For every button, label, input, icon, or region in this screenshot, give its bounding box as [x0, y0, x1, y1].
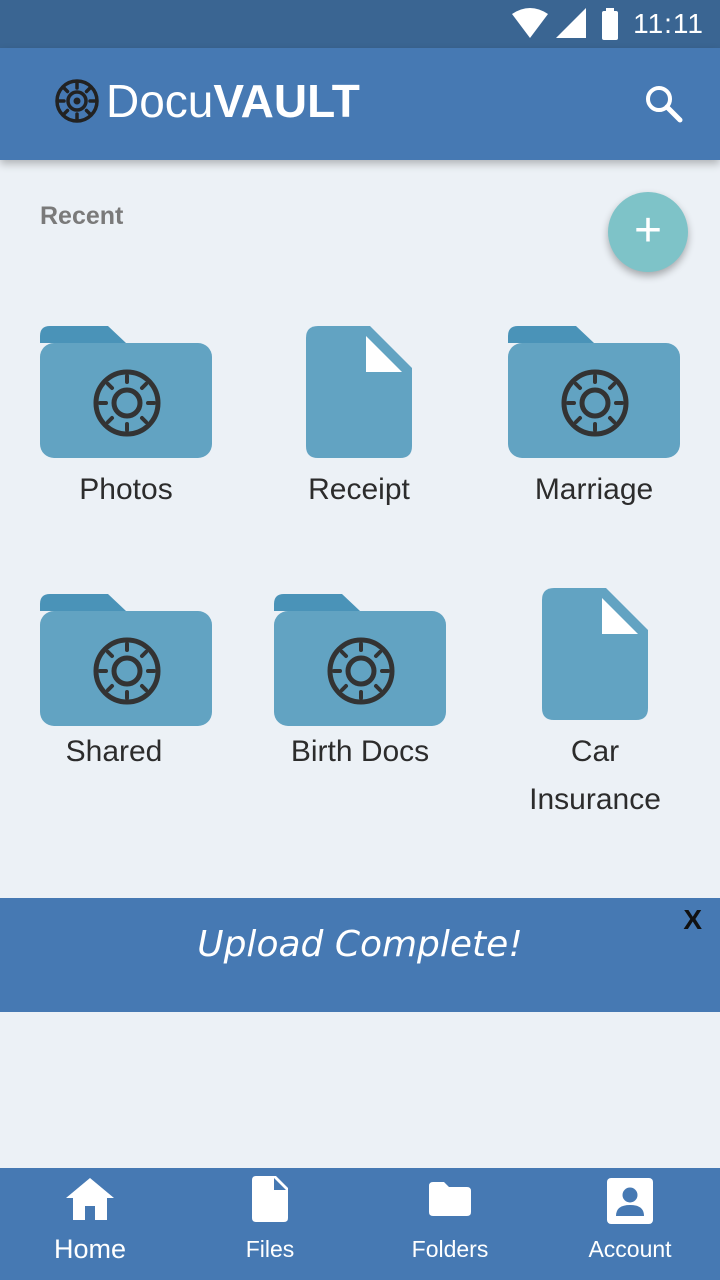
status-time: 11:11: [633, 8, 704, 39]
folder-icon: [429, 1182, 471, 1216]
wifi-icon: [512, 8, 548, 38]
file-tile-car-insurance[interactable]: Car Insurance: [529, 588, 661, 816]
nav-item-home[interactable]: Home: [0, 1168, 180, 1280]
app-title: DocuVAULT: [106, 75, 360, 127]
file-tile-receipt[interactable]: Receipt: [306, 326, 412, 506]
vault-folder-icon: [40, 326, 212, 458]
home-icon: [66, 1178, 114, 1220]
folder-tile-photos[interactable]: Photos: [40, 326, 212, 506]
account-icon: [607, 1178, 653, 1224]
app-logo: DocuVAULT: [54, 76, 360, 126]
vault-dial-icon: [55, 79, 99, 123]
nav-label-files: Files: [245, 1236, 295, 1262]
nav-item-files[interactable]: Files: [180, 1168, 360, 1280]
toast-message: Upload Complete!: [197, 924, 523, 965]
document-icon: [542, 588, 648, 720]
app-bar: DocuVAULT: [0, 48, 720, 160]
tile-label: Marriage: [534, 473, 654, 506]
nav-label-folders: Folders: [411, 1236, 489, 1262]
nav-item-account[interactable]: Account: [540, 1168, 720, 1280]
tile-label-line2: Insurance: [529, 783, 661, 816]
tile-label: Birth Docs: [290, 735, 430, 768]
tile-label: Receipt: [308, 473, 410, 506]
tile-label-line1: Car: [570, 735, 620, 768]
signal-icon: [556, 8, 586, 38]
nav-item-folders[interactable]: Folders: [360, 1168, 540, 1280]
vault-folder-icon: [274, 594, 446, 726]
folder-tile-birth-docs[interactable]: Birth Docs: [274, 594, 446, 768]
vault-folder-icon: [40, 594, 212, 726]
folder-tile-shared[interactable]: Shared: [40, 594, 212, 768]
nav-label-account: Account: [588, 1236, 672, 1262]
add-button[interactable]: +: [608, 192, 688, 272]
bottom-nav: Home Files Folders Account: [0, 1168, 720, 1280]
status-bar: 11:11: [0, 0, 720, 48]
vault-folder-icon: [508, 326, 680, 458]
battery-icon: [602, 8, 618, 40]
document-icon: [306, 326, 412, 458]
toast-close-button[interactable]: X: [683, 904, 702, 936]
section-title-recent: Recent: [40, 202, 124, 230]
folder-tile-marriage[interactable]: Marriage: [508, 326, 680, 506]
nav-label-home: Home: [53, 1234, 127, 1264]
search-icon[interactable]: [644, 84, 684, 124]
upload-toast: Upload Complete! X: [0, 898, 720, 1012]
file-icon: [252, 1176, 288, 1222]
tile-label: Shared: [65, 735, 163, 768]
tile-label: Photos: [79, 473, 173, 506]
